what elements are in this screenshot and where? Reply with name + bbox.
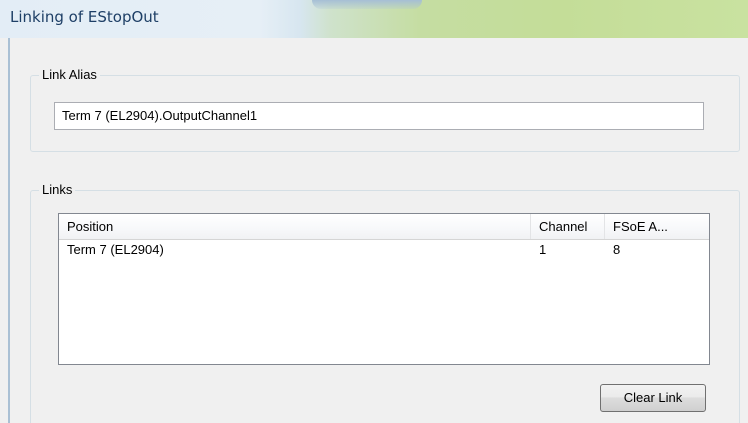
- table-row[interactable]: Term 7 (EL2904) 1 8: [59, 240, 709, 262]
- links-group-label: Links: [39, 182, 76, 197]
- link-alias-group: Link Alias Term 7 (EL2904).OutputChannel…: [30, 67, 740, 152]
- links-list[interactable]: Position Channel FSoE A... Term 7 (EL290…: [58, 213, 710, 365]
- title-bar: Linking of EStopOut: [0, 0, 748, 38]
- links-group: Links Position Channel FSoE A... Term 7 …: [30, 182, 740, 423]
- links-list-header: Position Channel FSoE A...: [59, 214, 709, 240]
- clear-link-button[interactable]: Clear Link: [600, 384, 706, 412]
- title-bar-glow: [312, 0, 422, 9]
- window-title: Linking of EStopOut: [10, 8, 159, 26]
- link-alias-group-label: Link Alias: [39, 67, 100, 82]
- cell-channel: 1: [539, 242, 547, 257]
- window-left-edge: [8, 38, 10, 423]
- cell-position: Term 7 (EL2904): [67, 242, 164, 257]
- cell-fsoe-address: 8: [613, 242, 621, 257]
- link-alias-input[interactable]: Term 7 (EL2904).OutputChannel1: [54, 102, 704, 130]
- column-header-channel[interactable]: Channel: [531, 214, 605, 239]
- column-header-position[interactable]: Position: [59, 214, 531, 239]
- column-header-fsoe-address[interactable]: FSoE A...: [605, 214, 709, 239]
